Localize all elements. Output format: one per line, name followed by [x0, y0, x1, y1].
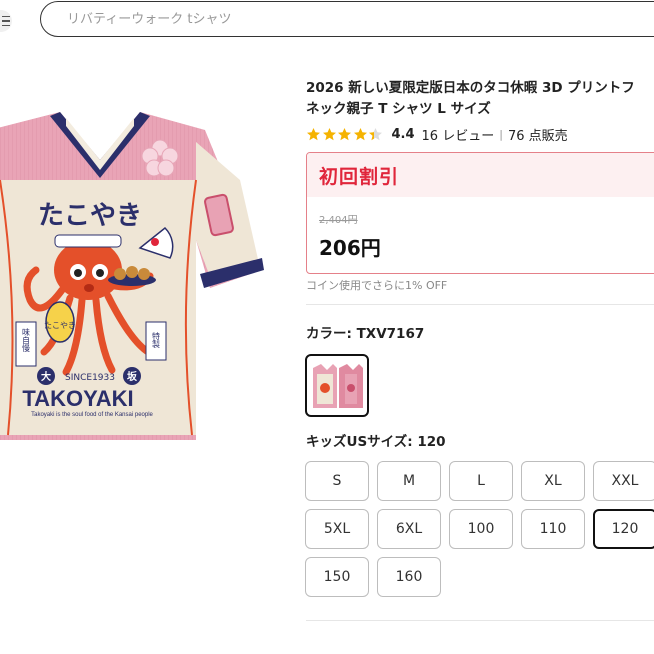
shirt-big-char-left: 大 — [41, 370, 51, 383]
shirt-side-left: 味自慢 — [22, 327, 31, 353]
size-option-110[interactable]: 110 — [521, 509, 585, 549]
product-title: 2026 新しい夏限定版日本のタコ休暇 3D プリントフ ネック親子 T シャツ… — [306, 78, 654, 120]
search-input[interactable] — [41, 2, 654, 36]
top-bar — [0, 0, 654, 40]
promo-box: 初回割引 2,404円 206円 — [306, 152, 654, 274]
size-option-5xl[interactable]: 5XL — [305, 509, 369, 549]
sold-count: 76 点販売 — [507, 128, 568, 144]
promo-title: 初回割引 — [319, 165, 400, 188]
star-rating — [306, 127, 384, 142]
size-option-l[interactable]: L — [449, 461, 513, 501]
size-option-100[interactable]: 100 — [449, 509, 513, 549]
star-icon — [322, 127, 336, 140]
shirt-since: SINCE1933 — [65, 373, 115, 383]
shirt-big-char-right: 坂 — [127, 370, 138, 383]
size-option-s[interactable]: S — [305, 461, 369, 501]
color-swatch-selected[interactable] — [305, 354, 369, 417]
size-option-150[interactable]: 150 — [305, 557, 369, 597]
lantern-text: たこやき — [44, 321, 76, 330]
shirt-name: TAKOYAKI — [22, 386, 133, 411]
product-title-line2: ネック親子 T シャツ L サイズ — [306, 101, 491, 117]
star-icon — [307, 127, 320, 140]
coin-note: コイン使用でさらに1% OFF — [306, 279, 448, 292]
shirt-side-right: 特製 — [152, 331, 161, 349]
size-option-160[interactable]: 160 — [377, 557, 441, 597]
divider — [306, 304, 654, 305]
separator: | — [499, 127, 503, 141]
size-option-xl[interactable]: XL — [521, 461, 585, 501]
search-bar[interactable] — [40, 1, 654, 37]
rating-value: 4.4 — [391, 126, 415, 142]
star-icon — [369, 127, 382, 140]
color-label: カラー: TXV7167 — [306, 326, 425, 342]
original-price: 2,404円 — [319, 215, 358, 226]
shirt-brand-jp: たこやき — [38, 201, 142, 231]
star-icon — [353, 127, 367, 140]
rating-row: 4.4 16 レビュー | 76 点販売 — [306, 124, 568, 144]
star-icon — [338, 127, 351, 140]
size-option-xxl[interactable]: XXL — [593, 461, 654, 501]
menu-icon[interactable] — [0, 10, 12, 32]
size-label: キッズUSサイズ: 120 — [306, 434, 446, 450]
sale-price: 206円 — [319, 236, 381, 260]
review-count-link[interactable]: 16 レビュー — [422, 125, 495, 144]
promo-header: 初回割引 — [307, 153, 654, 197]
product-image[interactable]: たこやき たこやき 味自慢 特製 大 坂 SINCE1933 TAKOYAKI … — [0, 90, 270, 450]
size-option-6xl[interactable]: 6XL — [377, 509, 441, 549]
divider — [306, 620, 654, 621]
size-option-120[interactable]: 120 — [593, 509, 654, 549]
shirt-tagline: Takoyaki is the soul food of the Kansai … — [31, 412, 153, 418]
product-title-line1: 2026 新しい夏限定版日本のタコ休暇 3D プリントフ — [306, 80, 635, 96]
size-option-m[interactable]: M — [377, 461, 441, 501]
